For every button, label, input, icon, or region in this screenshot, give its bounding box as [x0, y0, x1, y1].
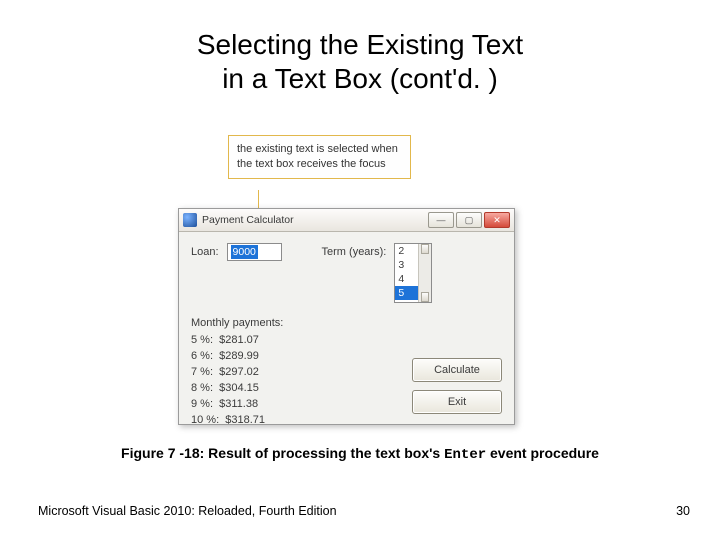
loan-label: Loan:	[191, 246, 219, 258]
maximize-button[interactable]: ▢	[456, 212, 482, 228]
button-column: Calculate Exit	[412, 358, 502, 414]
payment-row: 10 %: $318.71	[191, 413, 502, 429]
term-scrollbar[interactable]	[418, 244, 431, 302]
loan-textbox-value: 9000	[231, 245, 258, 259]
loan-textbox[interactable]: 9000	[227, 243, 282, 261]
window-title: Payment Calculator	[202, 214, 294, 226]
input-row: Loan: 9000 Term (years): 2 3 4 5	[191, 243, 502, 303]
slide-title-line2: in a Text Box (cont'd. )	[222, 63, 498, 94]
term-listbox[interactable]: 2 3 4 5	[394, 243, 432, 303]
payment-row: 5 %: $281.07	[191, 333, 502, 349]
callout-box: the existing text is selected when the t…	[228, 135, 411, 179]
figure-caption: Figure 7 -18: Result of processing the t…	[0, 445, 720, 463]
caption-prefix: Figure 7 -18: Result of processing the t…	[121, 445, 444, 461]
payments-label: Monthly payments:	[191, 317, 502, 329]
exit-button-label: Exit	[448, 396, 466, 408]
close-button[interactable]: ✕	[484, 212, 510, 228]
app-icon	[183, 213, 197, 227]
caption-code: Enter	[444, 447, 486, 463]
footer-text: Microsoft Visual Basic 2010: Reloaded, F…	[38, 504, 337, 518]
callout-text: the existing text is selected when the t…	[237, 143, 398, 170]
exit-button[interactable]: Exit	[412, 390, 502, 414]
slide-title-line1: Selecting the Existing Text	[197, 29, 523, 60]
slide-footer: Microsoft Visual Basic 2010: Reloaded, F…	[38, 504, 690, 518]
slide-number: 30	[676, 504, 690, 518]
calculate-button[interactable]: Calculate	[412, 358, 502, 382]
caption-suffix: event procedure	[486, 445, 599, 461]
term-label: Term (years):	[322, 246, 387, 258]
slide: Selecting the Existing Text in a Text Bo…	[0, 0, 720, 540]
app-window: Payment Calculator — ▢ ✕ Loan: 9000 Term…	[178, 208, 515, 425]
minimize-button[interactable]: —	[428, 212, 454, 228]
calculate-button-label: Calculate	[434, 364, 480, 376]
window-titlebar[interactable]: Payment Calculator — ▢ ✕	[179, 209, 514, 232]
slide-title: Selecting the Existing Text in a Text Bo…	[0, 28, 720, 95]
window-client-area: Loan: 9000 Term (years): 2 3 4 5 Monthly…	[179, 231, 514, 424]
